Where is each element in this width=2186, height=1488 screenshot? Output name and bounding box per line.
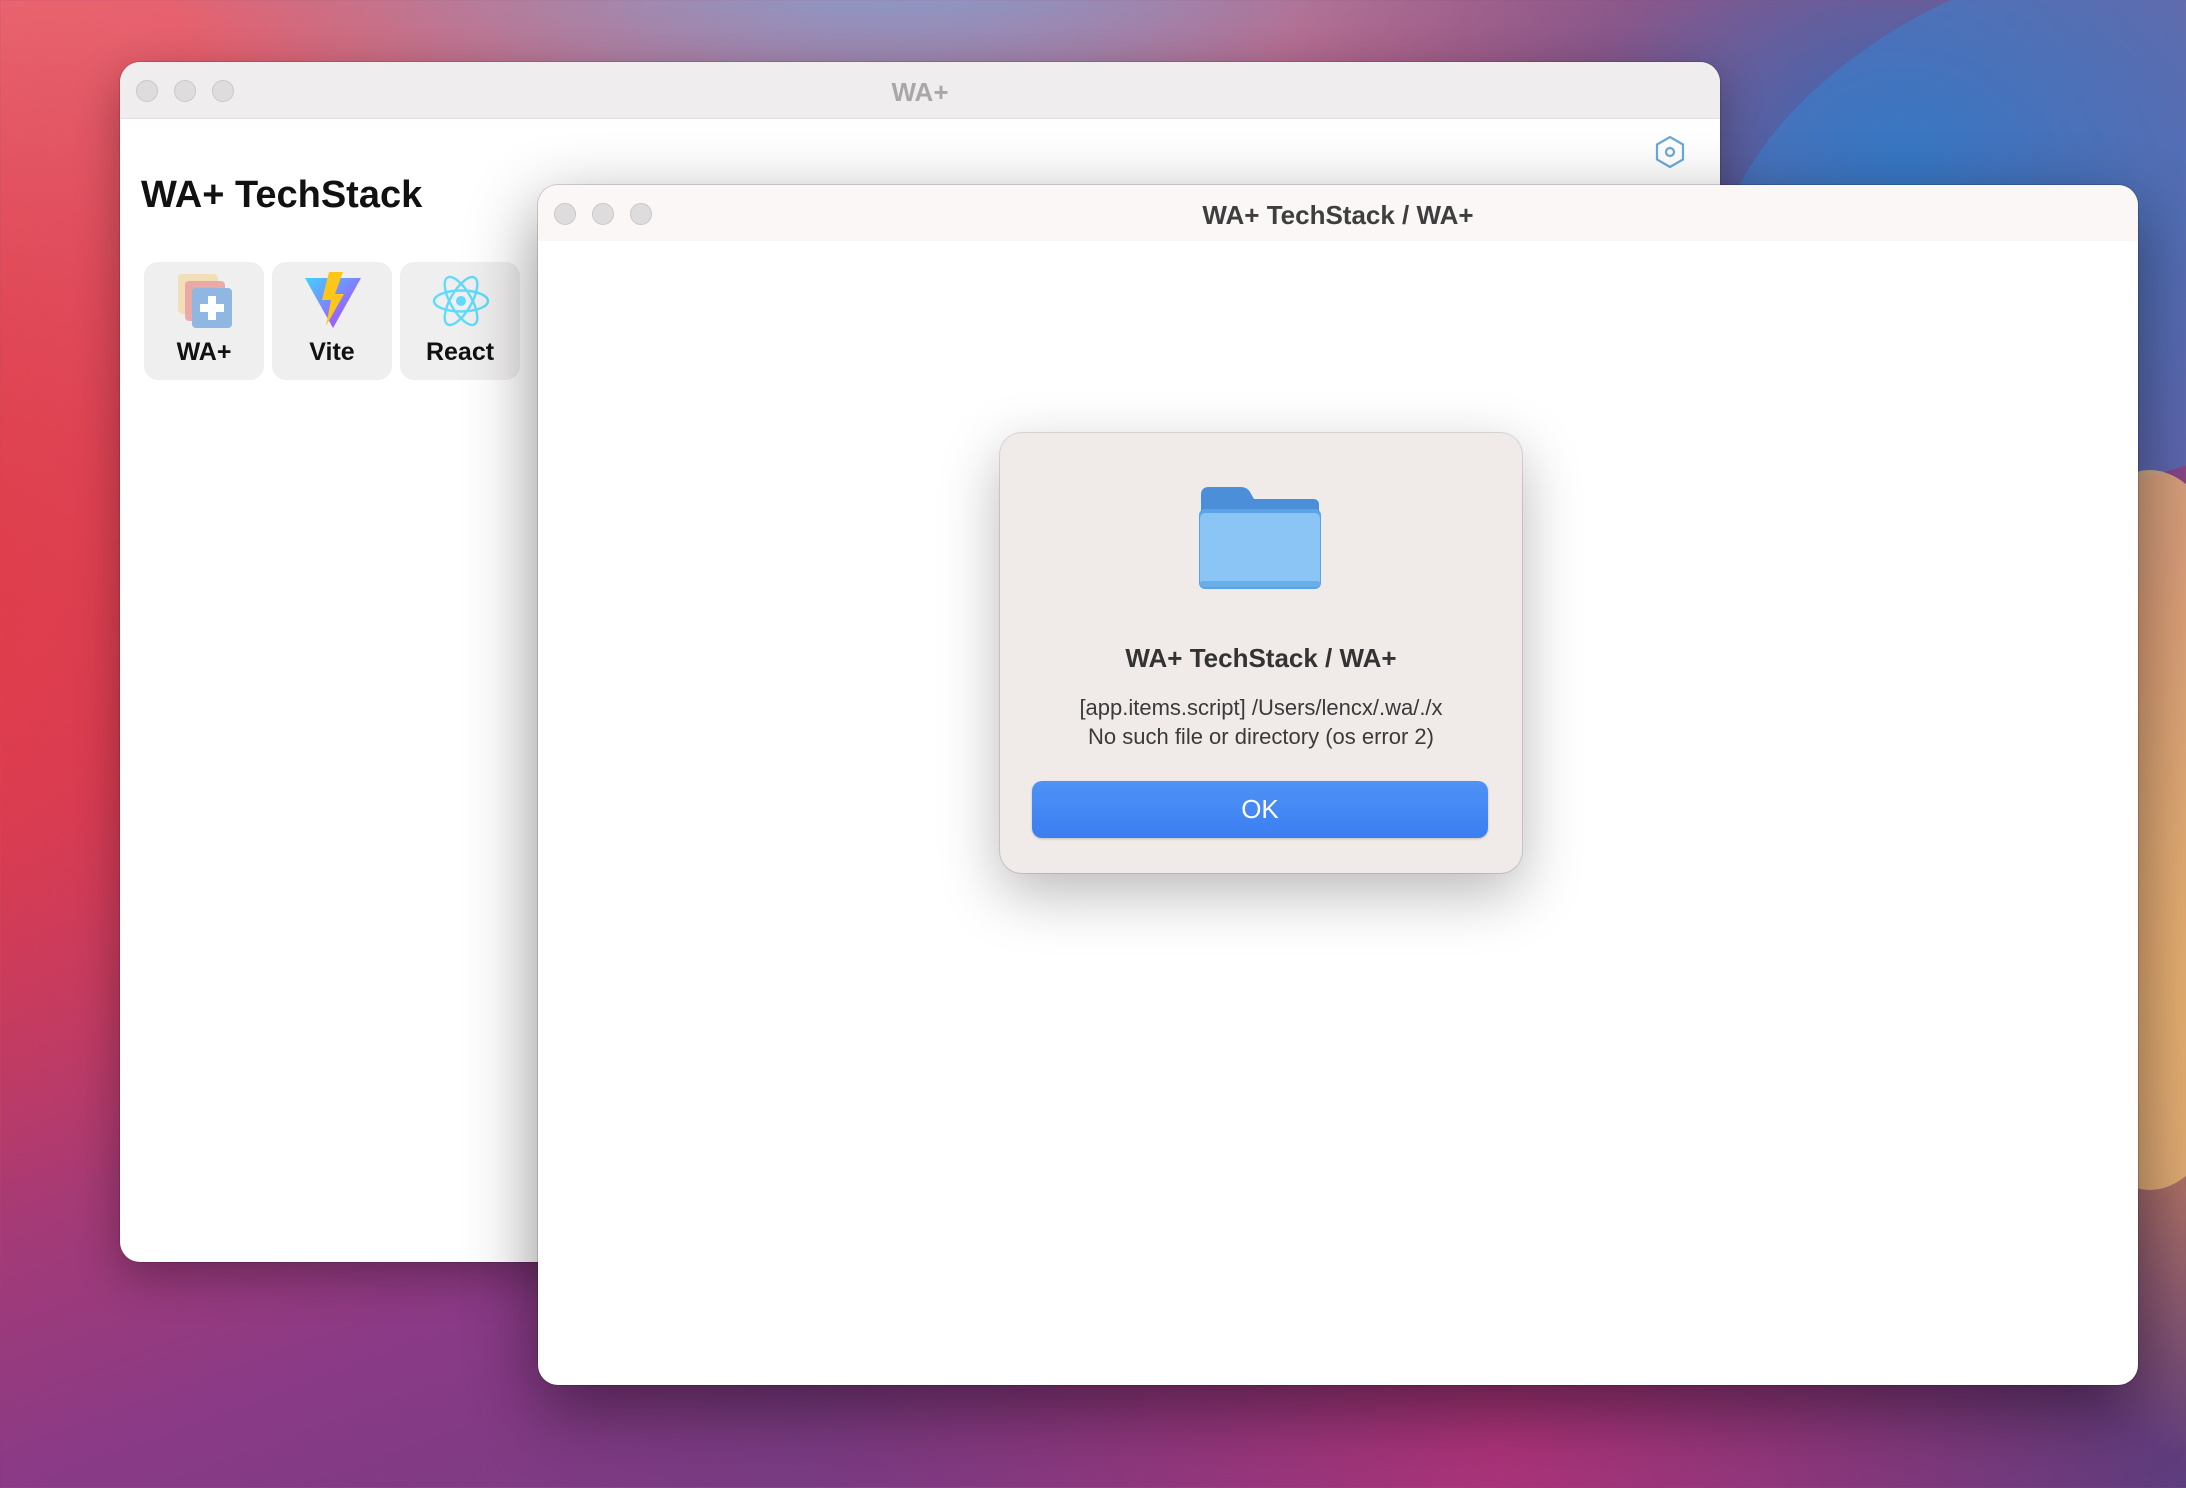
vite-icon <box>305 272 361 328</box>
wa-plus-icon <box>178 274 232 328</box>
webview-window: WA+ TechStack / WA+ WA+ TechStack / WA+ … <box>538 185 2138 1385</box>
dialog-title: WA+ TechStack / WA+ <box>1125 643 1397 673</box>
webview-window-titlebar[interactable]: WA+ TechStack / WA+ <box>538 185 2138 241</box>
dialog-message-line: No such file or directory (os error 2) <box>1088 724 1434 749</box>
ok-button[interactable]: OK <box>1032 781 1488 838</box>
window-title: WA+ TechStack / WA+ <box>1202 200 1474 230</box>
react-icon <box>432 275 490 327</box>
dialog-message-line: [app.items.script] /Users/lencx/.wa/./x <box>1079 695 1443 720</box>
app-grid: WA+ Vite React <box>144 262 520 380</box>
app-card-vite[interactable]: Vite <box>272 262 392 380</box>
app-card-react[interactable]: React <box>400 262 520 380</box>
folder-icon <box>1199 487 1321 589</box>
app-card-label: React <box>425 338 495 366</box>
app-card-label: Vite <box>309 338 355 366</box>
hexagon-settings-icon <box>1655 135 1685 169</box>
app-card-label: WA+ <box>176 338 232 366</box>
error-dialog: WA+ TechStack / WA+ [app.items.script] /… <box>1000 433 1522 873</box>
app-card-wa-plus[interactable]: WA+ <box>144 262 264 380</box>
dialog-message: [app.items.script] /Users/lencx/.wa/./x … <box>1000 693 1522 751</box>
page-title: WA+ TechStack <box>141 174 423 216</box>
window-title: WA+ <box>891 77 949 107</box>
settings-button[interactable] <box>1650 132 1690 172</box>
main-window-titlebar[interactable]: WA+ <box>120 62 1720 119</box>
